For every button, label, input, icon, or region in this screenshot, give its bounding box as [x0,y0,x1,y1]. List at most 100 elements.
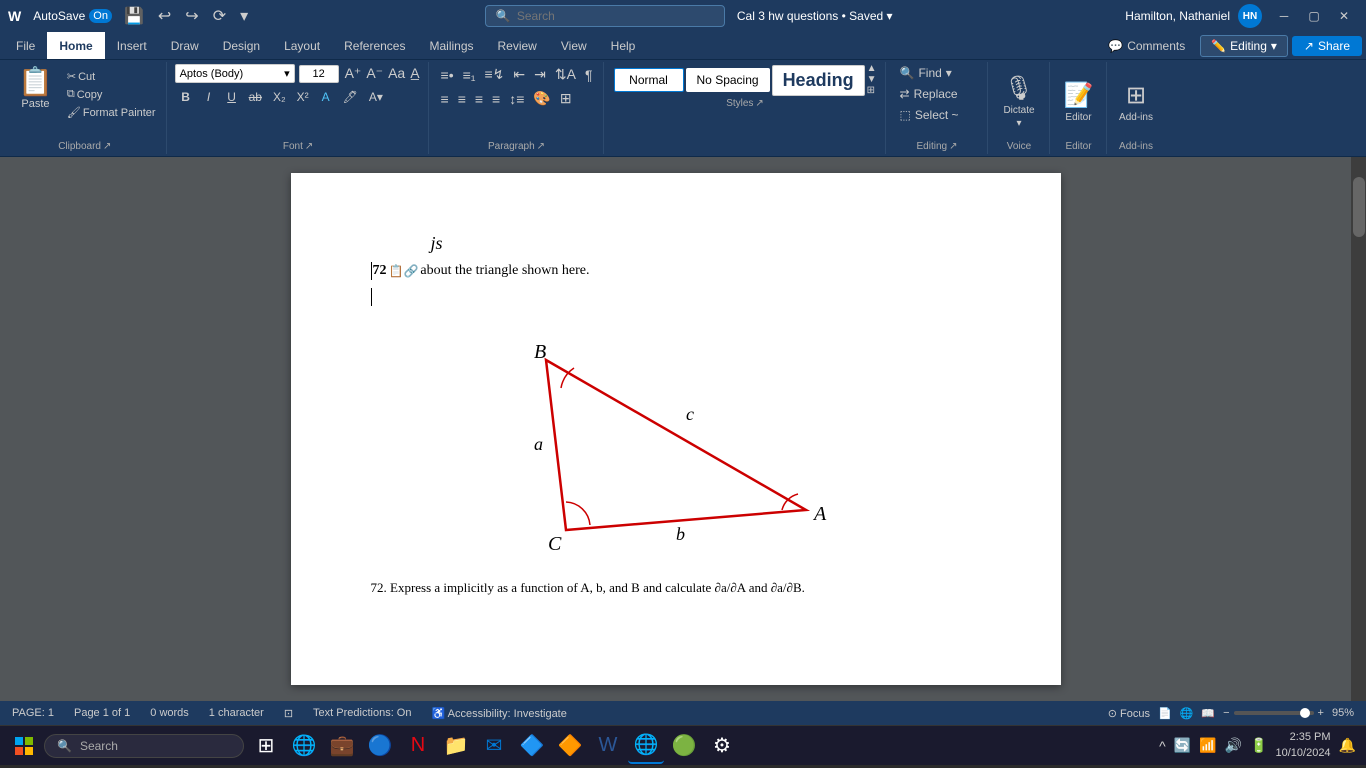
underline-button[interactable]: U [221,88,243,106]
search-input[interactable] [517,9,697,23]
save-icon[interactable]: 💾 [120,4,148,28]
style-nospacing-button[interactable]: No Spacing [686,68,770,92]
font-color2-button[interactable]: A▾ [364,88,388,106]
font-color-button[interactable]: A̲ [408,64,421,83]
align-left-button[interactable]: ≡ [437,89,453,109]
customize-icon[interactable]: ▾ [236,4,252,28]
justify-button[interactable]: ≡ [488,89,504,109]
maximize-button[interactable]: ▢ [1300,2,1328,30]
editing-button[interactable]: ✏️ Editing ▾ [1200,35,1288,57]
document-page[interactable]: js 72 📋🔗 about the triangle shown here. [291,173,1061,685]
paste-button[interactable]: 📋 Paste [10,64,61,114]
text-color-button[interactable]: A [315,88,337,106]
highlight-button[interactable]: 🖊 [338,88,363,106]
undo-icon[interactable]: ↩ [154,4,175,28]
select-button[interactable]: ⬚ Select ~ [894,106,981,124]
borders-button[interactable]: ⊞ [556,88,576,109]
styles-label[interactable]: Styles ↗ [726,98,764,109]
tab-insert[interactable]: Insert [105,32,159,59]
align-center-button[interactable]: ≡ [454,89,470,109]
taskbar-app-netflix[interactable]: N [400,728,436,764]
taskbar-app-explorer[interactable]: ⊞ [248,728,284,764]
cut-button[interactable]: ✂ Cut [63,68,160,85]
text-predictions[interactable]: Text Predictions: On [313,707,411,719]
tab-view[interactable]: View [549,32,599,59]
clipboard-label[interactable]: Clipboard ↗ [58,141,111,152]
styles-scroll-down-button[interactable]: ▼ [867,75,877,85]
close-button[interactable]: ✕ [1330,2,1358,30]
styles-scroll-up-button[interactable]: ▲ [867,64,877,74]
minimize-button[interactable]: ─ [1270,2,1298,30]
editing-group-label[interactable]: Editing ↗ [917,141,958,152]
taskbar-network-icon[interactable]: 📶 [1197,735,1218,756]
taskbar-app-unknown3[interactable]: 🟢 [666,728,702,764]
repeat-icon[interactable]: ⟳ [209,4,230,28]
multilevel-button[interactable]: ≡↯ [481,64,509,85]
scrollbar-thumb[interactable] [1353,177,1365,237]
tab-design[interactable]: Design [211,32,272,59]
taskbar-chevron-icon[interactable]: ^ [1157,736,1168,756]
read-mode-button[interactable]: 📖 [1201,707,1215,720]
subscript-button[interactable]: X₂ [268,88,291,106]
replace-button[interactable]: ⇄ Replace [894,85,981,103]
taskbar-app-edge[interactable]: 🌐 [286,728,322,764]
tab-home[interactable]: Home [47,32,104,59]
tab-draw[interactable]: Draw [159,32,211,59]
shading-button[interactable]: 🎨 [529,88,554,109]
numbering-button[interactable]: ≡₁ [459,65,480,85]
focus-button[interactable]: ⊙ Focus [1108,707,1150,720]
style-normal-button[interactable]: Normal [614,68,684,92]
font-label[interactable]: Font ↗ [283,141,313,152]
format-painter-button[interactable]: 🖌 Format Painter [63,104,160,121]
notification-icon[interactable]: 🔔 [1337,735,1358,756]
print-layout-button[interactable]: 📄 [1158,707,1172,720]
taskbar-app-teams[interactable]: 💼 [324,728,360,764]
strikethrough-button[interactable]: ab [244,88,267,106]
vertical-scrollbar[interactable] [1351,157,1366,701]
taskbar-volume-icon[interactable]: 🔊 [1223,735,1244,756]
taskbar-app-edge2[interactable]: 🌐 [628,728,664,764]
zoom-slider-thumb[interactable] [1300,708,1310,718]
tab-file[interactable]: File [4,32,47,59]
taskbar-app-unknown1[interactable]: 🔷 [514,728,550,764]
increase-indent-button[interactable]: ⇥ [530,64,550,85]
taskbar-app-chrome[interactable]: 🔵 [362,728,398,764]
comments-button[interactable]: 💬 Comments [1097,35,1196,57]
zoom-slider[interactable] [1234,711,1314,715]
bullets-button[interactable]: ≡• [437,65,458,85]
tab-references[interactable]: References [332,32,417,59]
font-size-selector[interactable]: 12 [299,65,339,83]
search-bar[interactable]: 🔍 [485,5,725,27]
editor-button[interactable]: 📝 Editor [1060,77,1098,127]
find-button[interactable]: 🔍 Find ▾ [894,64,981,82]
user-avatar[interactable]: HN [1238,4,1262,28]
style-heading-button[interactable]: Heading [772,65,865,96]
decrease-font-button[interactable]: A⁻ [364,64,385,83]
zoom-level[interactable]: 95% [1332,707,1354,719]
increase-font-button[interactable]: A⁺ [343,64,364,83]
zoom-out-button[interactable]: − [1223,707,1229,719]
zoom-in-button[interactable]: + [1318,707,1324,719]
italic-button[interactable]: I [198,88,220,106]
show-hide-button[interactable]: ¶ [581,65,597,85]
styles-expand-button[interactable]: ⊞ [867,86,877,96]
taskbar-app-word[interactable]: W [590,728,626,764]
font-family-selector[interactable]: Aptos (Body) ▾ [175,64,295,83]
taskbar-app-settings[interactable]: ⚙ [704,728,740,764]
taskbar-app-files[interactable]: 📁 [438,728,474,764]
sort-button[interactable]: ⇅A [551,64,580,85]
dictate-button[interactable]: 🎙 Dictate ▾ [999,70,1038,133]
web-layout-button[interactable]: 🌐 [1180,707,1194,720]
change-case-button[interactable]: Aa [386,64,407,83]
paragraph-label[interactable]: Paragraph ↗ [488,141,545,152]
accessibility-button[interactable]: ♿ Accessibility: Investigate [431,707,566,720]
addins-button[interactable]: ⊞ Add-ins [1115,77,1157,127]
taskbar-app-unknown2[interactable]: 🔶 [552,728,588,764]
share-button[interactable]: ↗ Share [1292,36,1362,56]
line-spacing-button[interactable]: ↕≡ [505,89,528,109]
tab-mailings[interactable]: Mailings [417,32,485,59]
taskbar-battery-icon[interactable]: 🔋 [1248,735,1269,756]
copy-button[interactable]: ⧉ Copy [63,86,160,103]
taskbar-sync-icon[interactable]: 🔄 [1172,735,1193,756]
tab-help[interactable]: Help [599,32,648,59]
